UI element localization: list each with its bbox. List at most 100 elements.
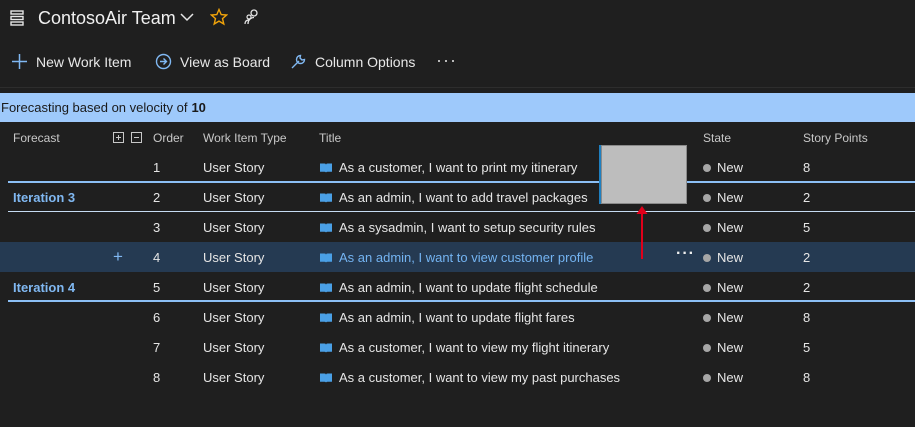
star-icon[interactable]	[210, 8, 228, 26]
state-cell: New	[703, 220, 743, 235]
title-cell[interactable]: As a customer, I want to print my itiner…	[319, 160, 577, 175]
column-header-forecast[interactable]: Forecast	[13, 131, 60, 145]
table-row[interactable]: Iteration 4 5 User Story As an admin, I …	[0, 272, 915, 302]
state-dot-icon	[703, 313, 711, 322]
chevron-down-icon[interactable]	[180, 12, 194, 22]
story-points-cell: 2	[803, 190, 811, 205]
column-options-button[interactable]: Column Options	[290, 53, 415, 70]
row-more-icon[interactable]: ···	[676, 245, 695, 263]
order-cell: 3	[153, 220, 161, 235]
column-options-label: Column Options	[315, 53, 416, 70]
title-text[interactable]: As a customer, I want to view my flight …	[339, 340, 609, 355]
book-icon	[320, 223, 332, 233]
title-text[interactable]: As a sysadmin, I want to setup security …	[339, 220, 596, 235]
view-as-board-label: View as Board	[180, 53, 271, 70]
title-text[interactable]: As an admin, I want to update flight sch…	[339, 280, 598, 295]
title-cell[interactable]: As a customer, I want to view my flight …	[319, 340, 609, 355]
table-row[interactable]: 8 User Story As a customer, I want to vi…	[0, 362, 915, 392]
work-item-type-cell: User Story	[203, 250, 265, 265]
backlog-icon	[10, 10, 24, 26]
column-header-work-item-type[interactable]: Work Item Type	[203, 131, 287, 145]
work-item-type-cell: User Story	[203, 340, 265, 355]
team-members-icon[interactable]	[244, 8, 262, 26]
state-cell: New	[703, 340, 743, 355]
column-header-title[interactable]: Title	[319, 131, 341, 145]
book-icon	[320, 193, 332, 203]
story-points-cell: 8	[803, 310, 811, 325]
book-icon	[320, 283, 332, 293]
table-row[interactable]: 6 User Story As an admin, I want to upda…	[0, 302, 915, 332]
forecast-banner-text: Forecasting based on velocity of	[1, 100, 188, 115]
state-text: New	[717, 310, 744, 325]
state-cell: New	[703, 250, 743, 265]
title-cell[interactable]: As a sysadmin, I want to setup security …	[319, 220, 596, 235]
book-icon	[320, 373, 332, 383]
column-header-story-points[interactable]: Story Points	[803, 131, 868, 145]
title-text[interactable]: As an admin, I want to update flight far…	[339, 310, 575, 325]
add-child-icon[interactable]: +	[113, 247, 123, 267]
book-icon	[320, 313, 332, 323]
state-dot-icon	[703, 193, 711, 202]
column-header-state[interactable]: State	[703, 131, 731, 145]
collapse-all-icon[interactable]	[131, 132, 142, 143]
table-row[interactable]: 7 User Story As a customer, I want to vi…	[0, 332, 915, 362]
toolbar: New Work Item View as Board Column Optio…	[0, 44, 915, 82]
title-cell[interactable]: As an admin, I want to add travel packag…	[319, 190, 588, 205]
story-points-cell: 5	[803, 220, 811, 235]
expand-all-icon[interactable]	[113, 132, 124, 143]
state-dot-icon	[703, 253, 711, 262]
state-text: New	[717, 220, 744, 235]
state-text: New	[717, 370, 744, 385]
state-cell: New	[703, 310, 743, 325]
new-work-item-label: New Work Item	[36, 53, 132, 70]
title-text[interactable]: As a customer, I want to view my past pu…	[339, 370, 620, 385]
state-text: New	[717, 280, 744, 295]
book-icon	[320, 163, 332, 173]
story-points-cell: 5	[803, 340, 811, 355]
title-cell[interactable]: As a customer, I want to view my past pu…	[319, 370, 620, 385]
state-dot-icon	[703, 223, 711, 232]
story-points-cell: 2	[803, 250, 811, 265]
title-text[interactable]: As a customer, I want to print my itiner…	[339, 160, 577, 175]
table-row[interactable]: 1 User Story As a customer, I want to pr…	[0, 152, 915, 182]
story-points-cell: 8	[803, 160, 811, 175]
title-text[interactable]: As an admin, I want to view customer pro…	[339, 250, 593, 265]
title-text[interactable]: As an admin, I want to add travel packag…	[339, 190, 588, 205]
toolbar-divider	[0, 87, 915, 88]
work-item-type-cell: User Story	[203, 370, 265, 385]
team-name[interactable]: ContosoAir Team	[38, 8, 176, 29]
table-row[interactable]: 3 User Story As a sysadmin, I want to se…	[0, 212, 915, 242]
arrow-up-icon	[636, 206, 648, 259]
arrow-circle-icon	[155, 53, 172, 70]
view-as-board-button[interactable]: View as Board	[155, 53, 270, 70]
column-header-order[interactable]: Order	[153, 131, 184, 145]
work-item-type-cell: User Story	[203, 220, 265, 235]
book-icon	[320, 253, 332, 263]
title-cell[interactable]: As an admin, I want to update flight far…	[319, 310, 575, 325]
drag-ghost-box[interactable]	[601, 145, 687, 204]
state-dot-icon	[703, 163, 711, 172]
order-cell: 4	[153, 250, 161, 265]
order-cell: 6	[153, 310, 161, 325]
iteration-label: Iteration 3	[13, 190, 76, 205]
title-cell[interactable]: As an admin, I want to update flight sch…	[319, 280, 598, 295]
order-cell: 2	[153, 190, 161, 205]
book-icon	[320, 343, 332, 353]
new-work-item-button[interactable]: New Work Item	[11, 53, 131, 70]
state-dot-icon	[703, 283, 711, 292]
state-cell: New	[703, 370, 743, 385]
work-item-type-cell: User Story	[203, 310, 265, 325]
state-text: New	[717, 340, 744, 355]
table-row-selected[interactable]: + 4 User Story As an admin, I want to vi…	[0, 242, 915, 272]
story-points-cell: 8	[803, 370, 811, 385]
plus-icon	[12, 54, 27, 69]
state-cell: New	[703, 160, 743, 175]
wrench-icon	[291, 54, 306, 69]
story-points-cell: 2	[803, 280, 811, 295]
state-dot-icon	[703, 343, 711, 352]
title-cell[interactable]: As an admin, I want to view customer pro…	[319, 250, 593, 265]
table-row[interactable]: Iteration 3 2 User Story As an admin, I …	[0, 182, 915, 212]
more-options-icon[interactable]: ···	[436, 50, 457, 71]
velocity-value: 10	[191, 100, 206, 115]
work-item-type-cell: User Story	[203, 190, 265, 205]
